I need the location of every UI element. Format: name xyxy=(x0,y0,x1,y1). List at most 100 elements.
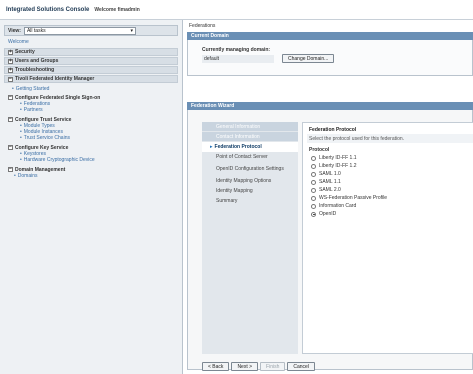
radio-button[interactable] xyxy=(311,171,316,177)
protocol-panel: Federation Protocol Select the protocol … xyxy=(302,122,473,354)
next-button[interactable]: Next > xyxy=(231,362,259,371)
radio-button[interactable] xyxy=(311,163,316,169)
radio-button[interactable] xyxy=(311,187,316,193)
nav-group-trust-service[interactable]: − Configure Trust Service xyxy=(0,116,182,123)
protocol-option[interactable]: WS-Federation Passive Profile xyxy=(303,194,473,202)
finish-button[interactable]: Finish xyxy=(260,362,286,371)
nav-item-label: Domains xyxy=(17,173,38,179)
protocol-option-label: Information Card xyxy=(319,203,357,209)
radio-button[interactable] xyxy=(311,179,316,185)
nav-section-label: Tivoli Federated Identity Manager xyxy=(15,76,95,82)
step-label: Federation Protocol xyxy=(214,144,262,150)
nav-group-domain-management[interactable]: − Domain Management xyxy=(0,166,182,173)
radio-button-selected[interactable] xyxy=(311,211,316,217)
step-identity-mapping-options: Identity Mapping Options xyxy=(202,176,298,186)
step-label: Identity Mapping xyxy=(216,188,253,194)
nav-section-label: Users and Groups xyxy=(15,58,59,64)
step-label: Contact Information xyxy=(216,133,260,140)
cancel-button[interactable]: Cancel xyxy=(287,362,315,371)
federation-wizard: Federation Wizard General Information Co… xyxy=(187,102,473,371)
nav-group-federated-sso[interactable]: − Configure Federated Single Sign-on xyxy=(0,94,182,101)
nav-hardware-crypto-device[interactable]: • Hardware Cryptographic Device xyxy=(0,157,182,163)
expand-icon: + xyxy=(8,66,13,73)
current-domain-value: default xyxy=(202,54,274,63)
nav-item-label: Hardware Cryptographic Device xyxy=(23,157,95,163)
protocol-option[interactable]: Liberty ID-FF 1.2 xyxy=(303,162,473,170)
navigation-pane: View: All tasks ▾ Welcome + Security + U… xyxy=(0,20,183,374)
wizard-buttons: < Back Next > Finish Cancel xyxy=(202,362,315,371)
nav-group-key-service[interactable]: − Configure Key Service xyxy=(0,144,182,151)
step-general-information[interactable]: General Information xyxy=(202,122,298,132)
nav-section-troubleshooting[interactable]: + Troubleshooting xyxy=(4,66,178,74)
protocol-option-label: Liberty ID-FF 1.1 xyxy=(319,155,357,161)
radio-button[interactable] xyxy=(311,195,316,201)
radio-button[interactable] xyxy=(311,155,316,161)
protocol-option-selected[interactable]: OpenID xyxy=(303,210,473,218)
step-contact-information[interactable]: Contact Information xyxy=(202,132,298,142)
console-title: Integrated Solutions Console xyxy=(6,6,90,13)
nav-group-label: Domain Management xyxy=(15,166,66,173)
current-domain-panel: Currently managing domain: default Chang… xyxy=(187,40,473,76)
protocol-option[interactable]: SAML 1.1 xyxy=(303,178,473,186)
nav-section-security[interactable]: + Security xyxy=(4,48,178,56)
view-select[interactable]: All tasks ▾ xyxy=(23,26,136,35)
radio-button[interactable] xyxy=(311,203,316,209)
current-domain-header: Current Domain xyxy=(187,32,473,40)
main-content: Federations Current Domain Currently man… xyxy=(187,20,473,374)
bullet-icon: • xyxy=(20,107,22,113)
protocol-label: Protocol xyxy=(309,147,330,153)
step-point-of-contact: Point of Contact Server xyxy=(202,152,298,162)
nav-welcome-link[interactable]: Welcome xyxy=(8,39,176,45)
nav-section-label: Troubleshooting xyxy=(15,67,55,73)
view-bar: View: All tasks ▾ xyxy=(4,25,178,36)
protocol-option-label: SAML 1.0 xyxy=(319,171,341,177)
protocol-option-label: OpenID xyxy=(319,211,337,217)
back-button[interactable]: < Back xyxy=(202,362,230,371)
console-banner: Integrated Solutions Console Welcome fim… xyxy=(0,0,473,20)
view-select-value: All tasks xyxy=(26,27,46,34)
nav-getting-started[interactable]: • Getting Started xyxy=(0,86,182,92)
collapse-icon: − xyxy=(8,94,13,100)
nav-partners[interactable]: • Partners xyxy=(0,107,182,113)
protocol-option[interactable]: Information Card xyxy=(303,202,473,210)
expand-icon: + xyxy=(8,57,13,64)
current-domain-label: Currently managing domain: xyxy=(202,47,271,53)
step-label: OpenID Configuration Settings xyxy=(216,165,284,172)
bullet-icon: • xyxy=(12,86,14,92)
protocol-option[interactable]: Liberty ID-FF 1.1 xyxy=(303,154,473,162)
change-domain-button[interactable]: Change Domain... xyxy=(282,54,335,63)
wizard-header: Federation Wizard xyxy=(187,102,473,110)
view-label: View: xyxy=(8,27,21,34)
step-label: Identity Mapping Options xyxy=(216,178,272,184)
protocol-panel-title: Federation Protocol xyxy=(309,127,357,133)
step-identity-mapping: Identity Mapping xyxy=(202,186,298,196)
nav-section-label: Security xyxy=(15,49,35,55)
protocol-option-label: Liberty ID-FF 1.2 xyxy=(319,163,357,169)
collapse-icon: − xyxy=(8,116,13,122)
protocol-panel-instructions: Select the protocol used for this federa… xyxy=(307,134,473,143)
step-summary: Summary xyxy=(202,196,298,206)
bullet-icon: • xyxy=(20,135,22,141)
nav-section-tfim[interactable]: − Tivoli Federated Identity Manager xyxy=(4,75,178,83)
nav-item-label: Getting Started xyxy=(15,86,50,92)
chevron-down-icon: ▾ xyxy=(130,27,133,34)
protocol-option[interactable]: SAML 1.0 xyxy=(303,170,473,178)
nav-item-label: Partners xyxy=(23,107,43,113)
protocol-option-label: SAML 1.1 xyxy=(319,179,341,185)
current-step-arrow-icon: ▸ xyxy=(210,144,213,150)
breadcrumb: Federations xyxy=(189,23,216,29)
step-federation-protocol: ▸ Federation Protocol xyxy=(202,142,298,152)
wizard-body: General Information Contact Information … xyxy=(187,110,473,371)
collapse-icon: − xyxy=(8,144,13,150)
protocol-option-label: SAML 2.0 xyxy=(319,187,341,193)
expand-icon: + xyxy=(8,48,13,55)
nav-section-users-groups[interactable]: + Users and Groups xyxy=(4,57,178,65)
nav-group-label: Configure Federated Single Sign-on xyxy=(15,94,101,101)
nav-domains[interactable]: • Domains xyxy=(0,173,182,179)
nav-trust-service-chains[interactable]: • Trust Service Chains xyxy=(0,135,182,141)
bullet-icon: • xyxy=(20,157,22,163)
collapse-icon: − xyxy=(8,166,13,172)
protocol-option[interactable]: SAML 2.0 xyxy=(303,186,473,194)
welcome-user: Welcome fimadmin xyxy=(94,6,140,13)
nav-group-label: Configure Key Service xyxy=(15,144,69,151)
